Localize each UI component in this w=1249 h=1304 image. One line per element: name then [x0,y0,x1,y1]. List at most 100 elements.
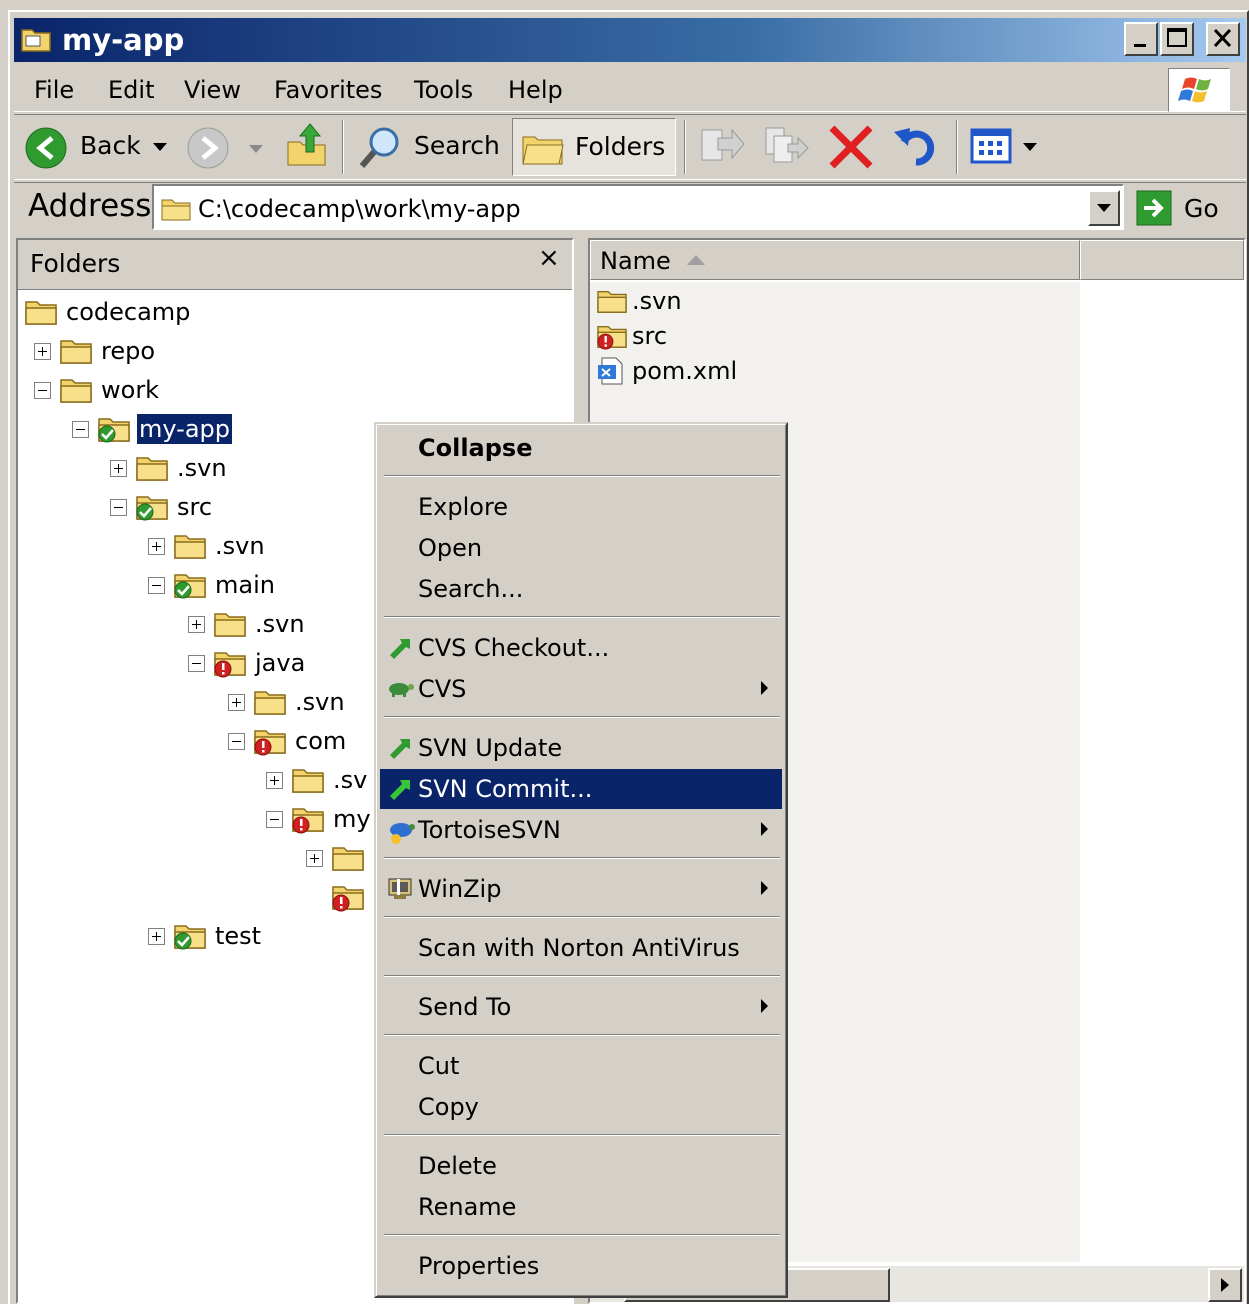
menu-favorites[interactable]: Favorites [274,74,382,106]
menu-item-open[interactable]: Open [380,528,782,568]
menu-tools[interactable]: Tools [414,74,473,106]
minimize-button[interactable] [1124,22,1158,56]
move-to-icon[interactable] [698,124,746,170]
expand-icon[interactable] [228,693,245,711]
expand-icon[interactable] [188,615,205,633]
tree-node[interactable] [306,840,375,876]
expand-icon[interactable] [148,537,165,555]
menu-item-svn-commit[interactable]: SVN Commit... [380,769,782,809]
tree-node-label: my [333,805,371,833]
menu-separator [384,1034,780,1036]
tree-node[interactable] [306,879,375,915]
tree-node-label: src [177,493,213,521]
search-icon [359,127,399,168]
collapse-icon[interactable] [34,381,51,399]
menu-separator [384,857,780,859]
folder-icon [597,290,627,313]
address-value: C:\codecamp\work\my-app [198,195,521,223]
tree-node[interactable]: src [110,489,214,525]
go-button[interactable]: Go [1134,188,1242,230]
forward-dropdown-icon[interactable] [248,144,264,154]
delete-icon[interactable] [826,124,876,170]
collapse-icon[interactable] [228,732,245,750]
menu-item-copy[interactable]: Copy [380,1087,782,1127]
menu-edit[interactable]: Edit [108,74,154,106]
expand-icon[interactable] [148,927,165,945]
collapse-icon[interactable] [110,498,127,516]
collapse-icon[interactable] [72,420,89,438]
collapse-icon[interactable] [188,654,205,672]
address-dropdown-button[interactable] [1088,190,1120,226]
menu-item-cvs[interactable]: CVS [380,669,782,709]
tree-node[interactable]: java [188,645,307,681]
submenu-arrow-icon [761,822,768,836]
list-item[interactable]: src [596,319,667,353]
menu-item-svn-update[interactable]: SVN Update [380,728,782,768]
search-button[interactable]: Search [356,124,502,170]
folder-icon [292,769,324,793]
menu-item-rename[interactable]: Rename [380,1187,782,1227]
menu-item-label: WinZip [418,875,502,903]
views-button[interactable] [970,124,1044,170]
menu-item-tortoisesvn[interactable]: TortoiseSVN [380,810,782,850]
submenu-arrow-icon [761,999,768,1013]
menu-item-label: Rename [418,1193,517,1221]
tree-node[interactable]: codecamp [24,294,192,330]
expand-icon[interactable] [110,459,127,477]
second-column-header[interactable] [1080,240,1244,280]
up-folder-icon[interactable] [284,120,330,170]
menu-item-winzip[interactable]: WinZip [380,869,782,909]
tree-node[interactable]: com [228,723,348,759]
tree-node[interactable]: .svn [148,528,267,564]
menu-item-delete[interactable]: Delete [380,1146,782,1186]
scroll-right-button[interactable] [1208,1268,1242,1302]
folders-pane-close-button[interactable]: × [538,244,560,272]
copy-to-icon[interactable] [760,124,810,170]
list-item[interactable]: .svn [596,284,682,318]
menu-separator [384,916,780,918]
list-item[interactable]: pom.xml [596,354,737,388]
turtle-icon [389,683,414,697]
menu-help[interactable]: Help [508,74,563,106]
tree-node-label: .svn [177,454,227,482]
tree-node[interactable]: my [266,801,373,837]
back-label: Back [80,131,141,160]
tree-node[interactable]: work [34,372,161,408]
menu-file[interactable]: File [34,74,74,106]
expand-icon[interactable] [34,342,51,360]
menu-item-collapse[interactable]: Collapse [380,428,782,468]
tree-node[interactable]: repo [34,333,157,369]
tree-node[interactable]: .sv [266,762,369,798]
undo-icon[interactable] [892,122,942,170]
collapse-icon[interactable] [266,810,283,828]
folder-icon [161,199,191,221]
folders-toggle-button[interactable]: Folders [512,118,676,176]
folder-icon [136,457,168,481]
expand-icon[interactable] [306,849,323,867]
forward-button[interactable] [186,126,266,170]
tree-node[interactable]: main [148,567,277,603]
expand-icon[interactable] [266,771,283,789]
tree-node[interactable]: test [148,918,263,954]
menu-separator [384,716,780,718]
menu-item-explore[interactable]: Explore [380,487,782,527]
menu-view[interactable]: View [184,74,241,106]
tree-node-label: java [255,649,306,677]
tree-node[interactable]: .svn [228,684,347,720]
collapse-icon[interactable] [148,576,165,594]
tree-node[interactable]: .svn [110,450,229,486]
tree-node[interactable]: my-app [72,411,232,447]
menu-separator [384,1134,780,1136]
menu-item-send-to[interactable]: Send To [380,987,782,1027]
back-button[interactable]: Back [22,124,172,170]
back-dropdown-icon[interactable] [152,142,168,152]
title-bar[interactable] [14,18,1246,62]
tree-node[interactable]: .svn [188,606,307,642]
maximize-button[interactable] [1160,22,1194,56]
menu-item-properties[interactable]: Properties [380,1246,782,1286]
menu-item-scan-with-norton-antivirus[interactable]: Scan with Norton AntiVirus [380,928,782,968]
menu-item-search[interactable]: Search... [380,569,782,609]
menu-item-cut[interactable]: Cut [380,1046,782,1086]
menu-item-cvs-checkout[interactable]: CVS Checkout... [380,628,782,668]
close-button[interactable] [1206,22,1240,56]
